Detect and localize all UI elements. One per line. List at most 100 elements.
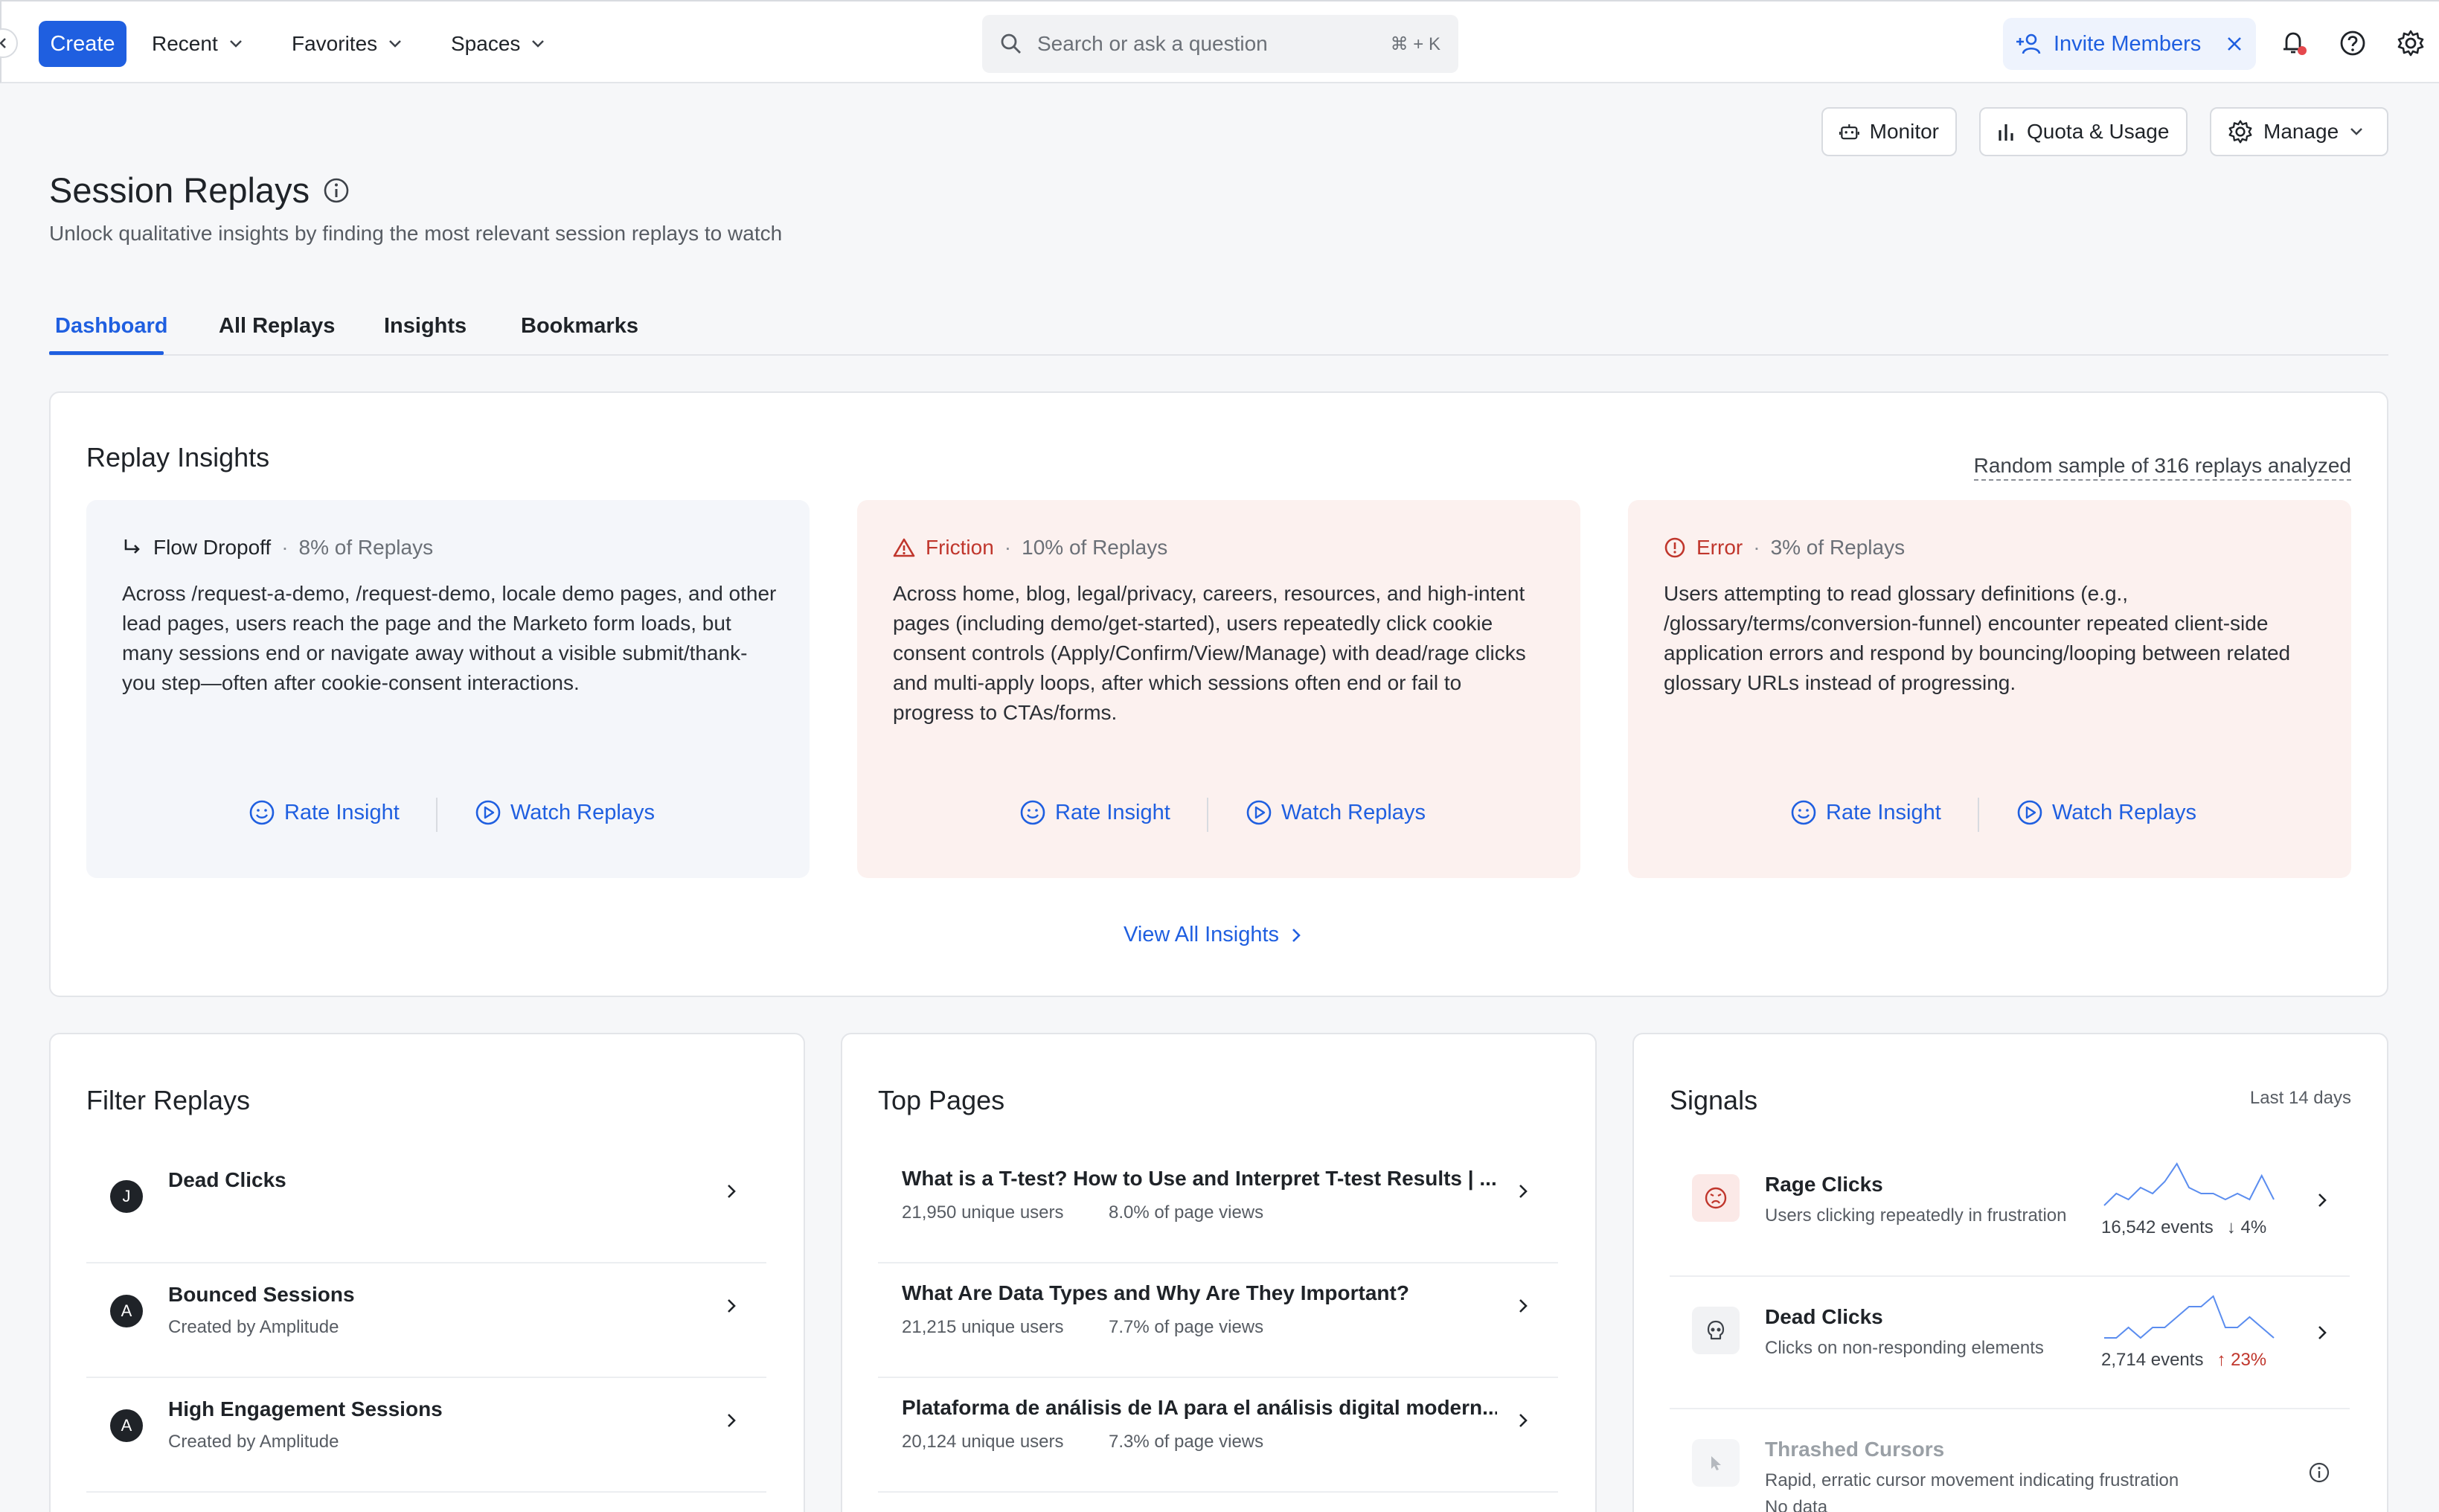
- insight-pct: 10% of Replays: [1022, 536, 1168, 559]
- rate-insight-button[interactable]: Rate Insight: [1790, 799, 1941, 826]
- tab-all-replays[interactable]: All Replays: [219, 314, 335, 339]
- manage-dropdown[interactable]: Manage: [2210, 107, 2388, 156]
- settings-button[interactable]: [2396, 28, 2426, 58]
- watch-replays-button[interactable]: Watch Replays: [475, 799, 655, 826]
- page-view-share: 8.0% of page views: [1109, 1202, 1264, 1223]
- unique-users: 21,215 unique users: [902, 1317, 1064, 1337]
- signal-title: Dead Clicks: [1765, 1305, 1883, 1328]
- manage-label: Manage: [2263, 120, 2339, 143]
- filter-title: Bounced Sessions: [168, 1283, 355, 1306]
- create-button[interactable]: Create: [39, 21, 126, 67]
- filter-subtitle: Created by Amplitude: [168, 1317, 339, 1337]
- list-item[interactable]: What Are Data Types and Why Are They Imp…: [878, 1265, 1558, 1378]
- insight-body: Across home, blog, legal/privacy, career…: [893, 582, 1526, 724]
- list-item[interactable]: Dead Clicks Clicks on non-responding ele…: [1670, 1278, 2350, 1409]
- chevron-right-icon: [2318, 1326, 2327, 1339]
- search-shortcut: ⌘ + K: [1390, 33, 1440, 54]
- list-item[interactable]: Plataforma de análisis de IA para el aná…: [878, 1380, 1558, 1493]
- skull-icon: [1692, 1307, 1740, 1354]
- smile-icon: [1020, 800, 1045, 825]
- close-icon[interactable]: [2225, 34, 2244, 54]
- rate-insight-label: Rate Insight: [1055, 800, 1170, 824]
- warning-triangle-icon: [893, 538, 915, 557]
- tab-insights[interactable]: Insights: [384, 314, 467, 339]
- signal-trend: ↑ 23%: [2217, 1350, 2267, 1370]
- search-placeholder: Search or ask a question: [1037, 32, 1268, 55]
- chevron-right-icon: [728, 1185, 736, 1198]
- notifications-button[interactable]: [2278, 28, 2308, 58]
- rate-insight-button[interactable]: Rate Insight: [1019, 799, 1170, 826]
- watch-replays-label: Watch Replays: [2052, 800, 2196, 824]
- rate-insight-label: Rate Insight: [284, 800, 400, 824]
- tab-bookmarks[interactable]: Bookmarks: [521, 314, 638, 339]
- search-icon: [1001, 33, 1021, 54]
- insight-pct: 8% of Replays: [298, 536, 434, 559]
- sample-info-link[interactable]: Random sample of 316 replays analyzed: [1973, 454, 2351, 481]
- tab-bar: Dashboard All Replays Insights Bookmarks: [49, 301, 2388, 356]
- monitor-button[interactable]: Monitor: [1821, 107, 1957, 156]
- play-circle-icon: [475, 800, 501, 825]
- rate-insight-button[interactable]: Rate Insight: [249, 799, 400, 826]
- recent-menu[interactable]: Recent: [152, 21, 243, 67]
- signal-title: Thrashed Cursors: [1765, 1438, 1945, 1461]
- favorites-menu[interactable]: Favorites: [292, 21, 403, 67]
- add-user-icon: [2016, 33, 2041, 54]
- play-circle-icon: [1246, 800, 1272, 825]
- chevron-down-icon: [229, 40, 242, 48]
- list-item[interactable]: What is a T-test? How to Use and Interpr…: [878, 1150, 1558, 1263]
- signal-description: Users clicking repeatedly in frustration: [1765, 1205, 2067, 1226]
- list-item[interactable]: Rage Clicks Users clicking repeatedly in…: [1670, 1146, 2350, 1277]
- insight-card-friction: Friction · 10% of Replays Across home, b…: [857, 500, 1580, 878]
- error-circle-icon: [1664, 537, 1685, 558]
- separator-dot: ·: [1753, 536, 1760, 559]
- watch-replays-label: Watch Replays: [1281, 800, 1426, 824]
- sparkline: [2103, 1162, 2275, 1206]
- page-title: Session Replays: [49, 170, 350, 211]
- monitor-label: Monitor: [1869, 120, 1939, 143]
- page-title: Plataforma de análisis de IA para el aná…: [902, 1396, 1497, 1419]
- view-all-insights-label: View All Insights: [1124, 923, 1280, 946]
- angry-face-icon: [1692, 1174, 1740, 1222]
- insight-card-flow-dropoff: Flow Dropoff · 8% of Replays Across /req…: [86, 500, 810, 878]
- chevron-right-icon: [1519, 1185, 1528, 1198]
- page-title: What Are Data Types and Why Are They Imp…: [902, 1281, 1409, 1304]
- list-item[interactable]: J Dead Clicks: [86, 1150, 766, 1263]
- sidebar-collapse-button[interactable]: [0, 28, 18, 58]
- top-bar: Create Recent Favorites Spaces Search or…: [0, 0, 2439, 83]
- filter-title: High Engagement Sessions: [168, 1397, 443, 1420]
- page-title-text: Session Replays: [49, 170, 310, 210]
- signal-title: Rage Clicks: [1765, 1173, 1883, 1196]
- page-subtitle: Unlock qualitative insights by finding t…: [49, 222, 783, 245]
- invite-members-label: Invite Members: [2054, 31, 2202, 56]
- quota-usage-button[interactable]: Quota & Usage: [1979, 107, 2188, 156]
- help-icon: [2340, 31, 2365, 56]
- cursor-icon: [1692, 1439, 1740, 1487]
- chevron-down-icon: [532, 40, 545, 48]
- list-item[interactable]: A High Engagement Sessions Created by Am…: [86, 1380, 766, 1493]
- signal-trend: ↓ 4%: [2226, 1217, 2267, 1237]
- quota-usage-label: Quota & Usage: [2027, 120, 2170, 143]
- action-divider: [1978, 798, 1979, 832]
- sparkline: [2104, 1295, 2275, 1339]
- info-icon[interactable]: [2308, 1461, 2330, 1484]
- avatar: J: [110, 1180, 143, 1213]
- view-all-insights-link[interactable]: View All Insights: [1124, 923, 1301, 947]
- tab-dashboard[interactable]: Dashboard: [55, 314, 167, 339]
- watch-replays-button[interactable]: Watch Replays: [1246, 799, 1426, 826]
- insight-kind: Flow Dropoff: [153, 536, 272, 559]
- help-button[interactable]: [2338, 28, 2368, 58]
- search-input[interactable]: Search or ask a question ⌘ + K: [982, 15, 1458, 73]
- signal-events: 2,714 events: [2101, 1350, 2204, 1370]
- spaces-menu[interactable]: Spaces: [451, 21, 545, 67]
- insight-card-error: Error · 3% of Replays Users attempting t…: [1628, 500, 2351, 878]
- list-item: Thrashed Cursors Rapid, erratic cursor m…: [1670, 1411, 2350, 1512]
- action-divider: [1207, 798, 1208, 832]
- invite-members-button[interactable]: Invite Members: [2003, 18, 2256, 70]
- avatar: A: [110, 1409, 143, 1442]
- signals-panel: Signals Last 14 days Rage Clicks Users c…: [1632, 1033, 2388, 1512]
- watch-replays-button[interactable]: Watch Replays: [2016, 799, 2196, 826]
- insight-kind: Error: [1696, 536, 1743, 559]
- insight-body: Users attempting to read glossary defini…: [1664, 582, 2291, 694]
- info-icon[interactable]: [323, 177, 350, 204]
- list-item[interactable]: A Bounced Sessions Created by Amplitude: [86, 1265, 766, 1378]
